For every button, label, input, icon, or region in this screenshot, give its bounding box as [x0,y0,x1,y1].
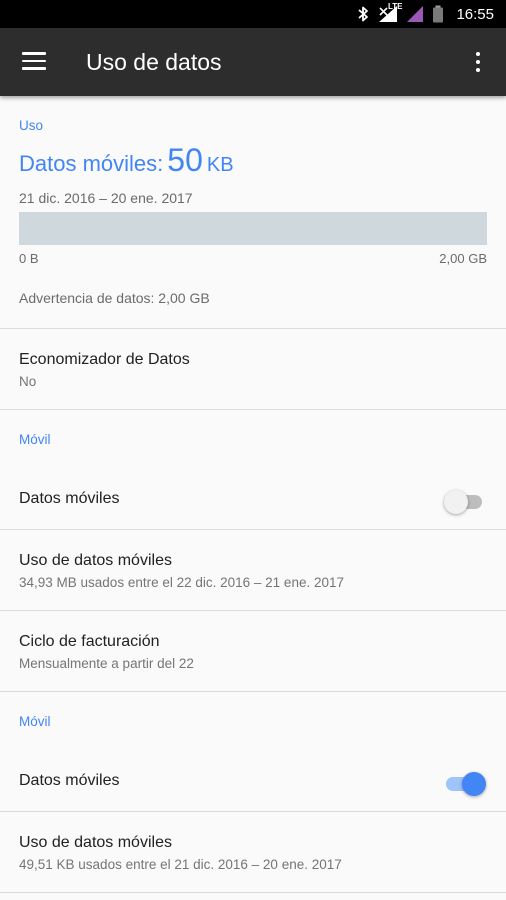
billing-cycle-summary: Mensualmente a partir del 22 [19,656,194,671]
page-title: Uso de datos [86,49,222,75]
battery-icon [432,4,444,24]
signal-icon: LTE [378,2,402,24]
category-header-mobile-2: Móvil [0,692,506,729]
usage-headline: Datos móviles: 50 KB [19,142,234,179]
usage-headline-label: Datos móviles: [19,151,164,176]
mobile-data-switch[interactable] [444,490,484,514]
billing-cycle-title: Ciclo de facturación [19,633,160,650]
mobile-data-switch[interactable] [444,772,486,796]
menu-icon[interactable] [22,52,46,72]
mobile-data-usage-summary: 34,93 MB usados entre el 22 dic. 2016 – … [19,575,344,590]
mobile-data-toggle-row[interactable]: Datos móviles [0,440,506,530]
data-saver-item[interactable]: Economizador de Datos No [0,329,506,410]
mobile-data-usage-title: Uso de datos móviles [19,834,172,851]
usage-headline-unit: KB [206,154,234,176]
signal-icon [406,4,424,24]
network-type-label: LTE [387,2,403,11]
billing-cycle-item[interactable]: Ciclo de facturación Mensualmente a part… [0,611,506,692]
usage-summary: Uso Datos móviles: 50 KB 21 dic. 2016 – 20… [0,96,506,329]
mobile-data-usage-item[interactable]: Uso de datos móviles 34,93 MB usados ent… [0,530,506,611]
mobile-data-label: Datos móviles [19,772,120,789]
bluetooth-icon [356,4,370,24]
usage-axis-max: 2,00 GB [439,251,487,266]
mobile-data-usage-summary: 49,51 KB usados entre el 21 dic. 2016 – … [19,857,342,872]
section-label-usage: Uso [19,118,44,133]
data-saver-title: Economizador de Datos [19,351,190,368]
usage-progress-bar [19,212,487,245]
status-bar: LTE 16:55 [0,0,506,28]
usage-headline-value: 50 [167,142,203,178]
usage-axis-min: 0 B [19,251,39,266]
mobile-data-usage-item[interactable]: Uso de datos móviles 49,51 KB usados ent… [0,812,506,893]
usage-date-range: 21 dic. 2016 – 20 ene. 2017 [19,190,193,206]
data-warning-text: Advertencia de datos: 2,00 GB [19,290,210,306]
mobile-data-label: Datos móviles [19,490,120,507]
settings-list: Uso Datos móviles: 50 KB 21 dic. 2016 – 20… [0,96,506,893]
data-saver-value: No [19,374,37,389]
more-vert-icon[interactable] [466,48,490,76]
clock: 16:55 [456,5,494,23]
mobile-data-toggle-row[interactable]: Datos móviles [0,722,506,812]
mobile-data-usage-title: Uso de datos móviles [19,552,172,569]
app-bar: Uso de datos [0,28,506,96]
category-header-mobile-1: Móvil [0,410,506,447]
